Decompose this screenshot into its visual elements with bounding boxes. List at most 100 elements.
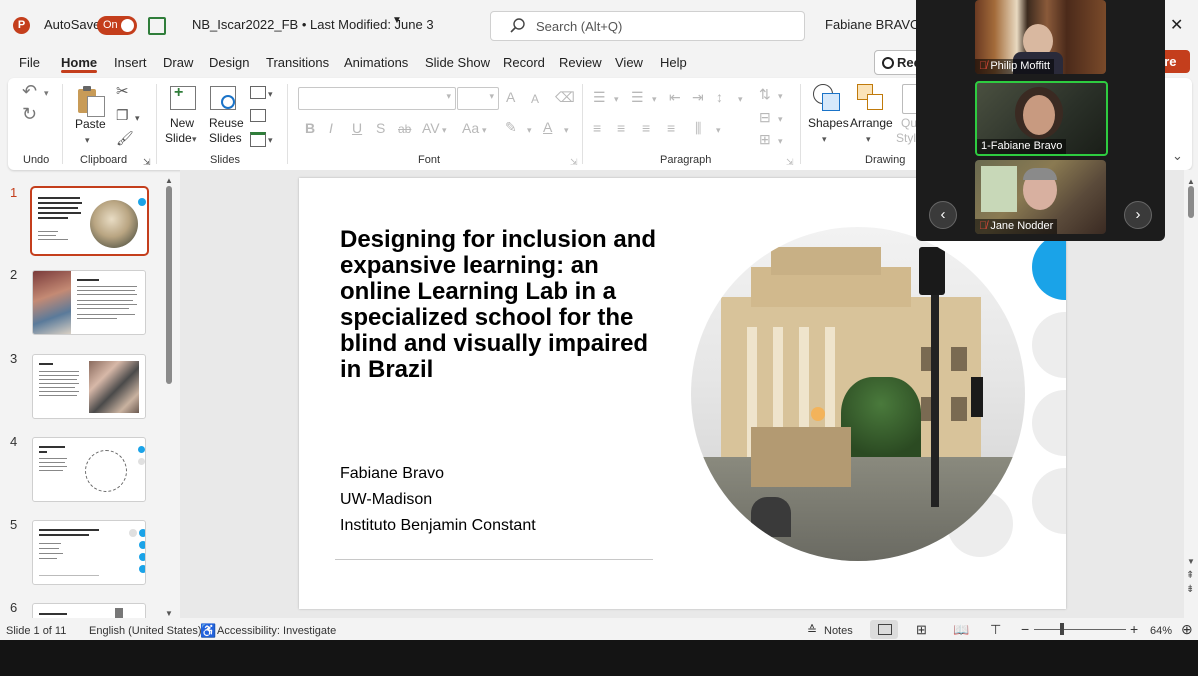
video-tile-fabiane[interactable]: 1-Fabiane Bravo	[975, 81, 1108, 156]
shapes-dropdown-icon[interactable]: ▾	[822, 131, 827, 147]
italic-icon[interactable]: I	[329, 120, 333, 136]
menu-insert[interactable]: Insert	[114, 55, 147, 70]
undo-dropdown-icon[interactable]: ▾	[44, 85, 49, 101]
font-size-dropdown-icon[interactable]: ▾	[489, 91, 494, 102]
cut-icon[interactable]: ✂	[116, 84, 129, 100]
next-participants-button[interactable]: ›	[1124, 201, 1152, 229]
menu-help[interactable]: Help	[660, 55, 687, 70]
section-icon[interactable]	[250, 132, 266, 147]
menu-review[interactable]: Review	[559, 55, 602, 70]
slide-thumbnail-1[interactable]	[30, 186, 149, 256]
new-slide-icon[interactable]: +	[170, 84, 196, 110]
justify-icon[interactable]: ≡	[667, 120, 675, 136]
editor-scrollbar-thumb[interactable]	[1188, 186, 1194, 218]
redo-icon[interactable]: ↻	[22, 105, 37, 123]
format-painter-icon[interactable]: 🖌	[116, 130, 134, 146]
zoom-in-icon[interactable]: +	[1130, 621, 1138, 637]
section-dropdown-icon[interactable]: ▾	[268, 132, 273, 148]
slide-thumbnail-2[interactable]	[32, 270, 146, 335]
align-text-dropdown-icon[interactable]: ▾	[778, 111, 783, 127]
clear-formatting-icon[interactable]: ⌫	[555, 89, 575, 105]
bullets-dropdown-icon[interactable]: ▾	[614, 91, 619, 107]
arrange-icon[interactable]	[857, 84, 885, 112]
slide-author-affiliation-2[interactable]: Instituto Benjamin Constant	[340, 517, 536, 535]
layout-icon[interactable]	[250, 86, 266, 99]
normal-view-button[interactable]	[870, 620, 898, 639]
bold-icon[interactable]: B	[305, 120, 315, 136]
save-icon[interactable]	[148, 17, 166, 35]
reset-icon[interactable]	[250, 109, 266, 122]
autosave-toggle[interactable]: On	[97, 16, 137, 35]
previous-participants-button[interactable]: ‹	[929, 201, 957, 229]
shapes-icon[interactable]	[813, 84, 840, 112]
zoom-level[interactable]: 64%	[1150, 625, 1172, 637]
slide-author-affiliation-1[interactable]: UW-Madison	[340, 491, 432, 509]
paste-icon[interactable]	[78, 86, 105, 117]
quick-styles-label-2[interactable]: Styl	[896, 131, 916, 145]
reuse-slides-label-1[interactable]: Reuse	[209, 116, 244, 130]
video-tile-jane[interactable]: 🎙̸ Jane Nodder	[975, 160, 1106, 234]
paragraph-launcher-icon[interactable]: ⇲	[786, 154, 794, 170]
title-dropdown-icon[interactable]: ▼	[392, 15, 402, 26]
change-case-dropdown-icon[interactable]: ▾	[482, 122, 487, 138]
slide-title[interactable]: Designing for inclusion and expansive le…	[340, 227, 670, 383]
font-grow-icon[interactable]: A	[506, 89, 515, 105]
slide-thumbnail-3[interactable]	[32, 354, 146, 419]
copy-dropdown-icon[interactable]: ▾	[135, 110, 140, 126]
highlight-icon[interactable]: ✎	[505, 119, 517, 135]
font-shrink-icon[interactable]: A	[531, 91, 539, 107]
change-case-icon[interactable]: Aa	[462, 120, 479, 136]
align-right-icon[interactable]: ≡	[642, 120, 650, 136]
character-spacing-dropdown-icon[interactable]: ▾	[442, 122, 447, 138]
building-photo[interactable]	[691, 227, 1025, 561]
close-icon[interactable]: ✕	[1170, 15, 1183, 35]
menu-file[interactable]: File	[19, 55, 40, 70]
language-status[interactable]: English (United States)	[89, 625, 202, 637]
text-direction-dropdown-icon[interactable]: ▾	[778, 88, 783, 104]
columns-dropdown-icon[interactable]: ▾	[716, 122, 721, 138]
notes-icon[interactable]: ≙	[807, 623, 817, 637]
zoom-out-icon[interactable]: −	[1021, 621, 1029, 637]
reuse-slides-label-2[interactable]: Slides	[209, 131, 242, 145]
next-slide-icon[interactable]: ⇟	[1186, 582, 1194, 598]
increase-indent-icon[interactable]: ⇥	[692, 89, 704, 105]
new-slide-label-1[interactable]: New	[170, 116, 194, 130]
smartart-dropdown-icon[interactable]: ▾	[778, 133, 783, 149]
text-direction-icon[interactable]: ⇅	[759, 86, 771, 102]
character-spacing-icon[interactable]: AV	[422, 120, 440, 136]
align-center-icon[interactable]: ≡	[617, 120, 625, 136]
new-slide-label-2[interactable]: Slide	[165, 131, 192, 145]
slide-editor[interactable]: Designing for inclusion and expansive le…	[299, 178, 1066, 609]
font-name-input[interactable]: ▾	[298, 87, 456, 110]
fit-to-window-icon[interactable]: ⊕	[1181, 621, 1193, 638]
reading-view-icon[interactable]: 📖	[953, 622, 969, 638]
accessibility-status[interactable]: Accessibility: Investigate	[217, 625, 336, 637]
shapes-label[interactable]: Shapes	[808, 116, 849, 130]
paste-label[interactable]: Paste	[75, 117, 106, 131]
numbering-dropdown-icon[interactable]: ▾	[652, 91, 657, 107]
align-text-icon[interactable]: ⊟	[759, 109, 771, 125]
font-color-dropdown-icon[interactable]: ▾	[564, 122, 569, 138]
video-tile-philip[interactable]: 🎙̸ Philip Moffitt	[975, 0, 1106, 74]
smartart-icon[interactable]: ⊞	[759, 131, 771, 147]
ribbon-expand-icon[interactable]: ⌄	[1172, 148, 1183, 164]
menu-slide-show[interactable]: Slide Show	[425, 55, 490, 70]
undo-icon[interactable]: ↶	[22, 82, 37, 100]
line-spacing-dropdown-icon[interactable]: ▾	[738, 91, 743, 107]
menu-animations[interactable]: Animations	[344, 55, 408, 70]
layout-dropdown-icon[interactable]: ▾	[268, 86, 273, 102]
numbering-icon[interactable]: ☰	[631, 89, 644, 105]
bullets-icon[interactable]: ☰	[593, 89, 606, 105]
align-left-icon[interactable]: ≡	[593, 120, 601, 136]
reuse-slides-icon[interactable]	[210, 86, 236, 110]
new-slide-dropdown-icon[interactable]: ▾	[192, 131, 197, 147]
slide-sorter-icon[interactable]: ⊞	[916, 622, 927, 638]
menu-draw[interactable]: Draw	[163, 55, 193, 70]
menu-record[interactable]: Record	[503, 55, 545, 70]
zoom-slider-thumb[interactable]	[1060, 623, 1064, 635]
search-box[interactable]: Search (Alt+Q)	[490, 11, 805, 41]
font-name-dropdown-icon[interactable]: ▾	[446, 91, 451, 102]
clipboard-launcher-icon[interactable]: ⇲	[143, 154, 151, 170]
quick-styles-icon[interactable]	[902, 84, 917, 114]
text-shadow-icon[interactable]: S	[376, 120, 385, 136]
